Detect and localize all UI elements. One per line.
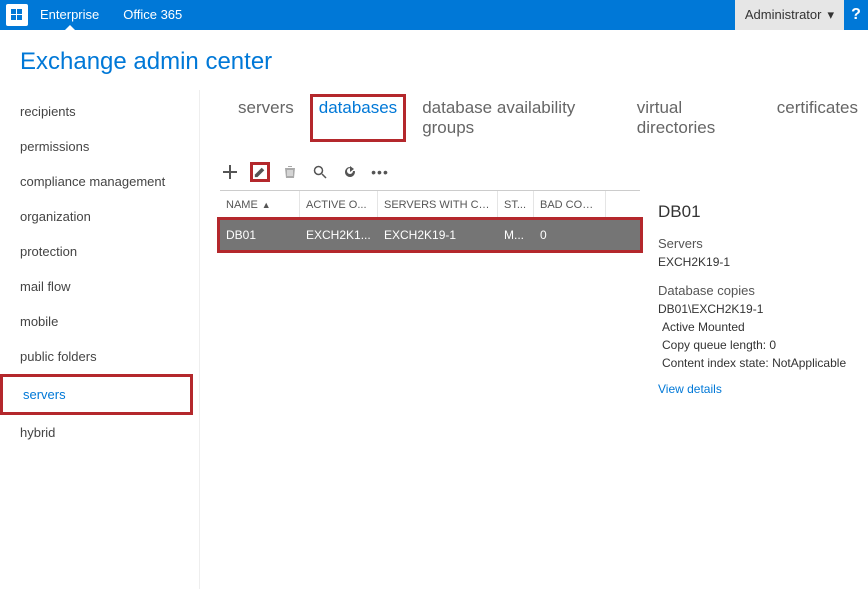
top-bar: Enterprise Office 365 Administrator ▾ ? — [0, 0, 868, 30]
admin-label: Administrator — [745, 0, 822, 30]
topbar-office365[interactable]: Office 365 — [111, 0, 194, 30]
toolbar: ••• — [220, 156, 858, 190]
cell-servers: EXCH2K19-1 — [378, 220, 498, 250]
sort-asc-icon: ▲ — [262, 200, 271, 210]
table-row[interactable]: DB01 EXCH2K1... EXCH2K19-1 M... 0 — [220, 220, 640, 250]
delete-button[interactable] — [280, 162, 300, 182]
search-button[interactable] — [310, 162, 330, 182]
details-copy-queue: Copy queue length: 0 — [662, 338, 854, 352]
details-copy-status: Active Mounted — [662, 320, 854, 334]
cell-active: EXCH2K1... — [300, 220, 378, 250]
sidebar: recipients permissions compliance manage… — [0, 90, 200, 589]
chevron-down-icon: ▾ — [827, 0, 834, 30]
help-icon[interactable]: ? — [844, 6, 868, 24]
page-title: Exchange admin center — [0, 30, 868, 90]
cell-status: M... — [498, 220, 534, 250]
view-details-link[interactable]: View details — [658, 382, 722, 396]
add-button[interactable] — [220, 162, 240, 182]
refresh-button[interactable] — [340, 162, 360, 182]
details-title: DB01 — [658, 202, 854, 222]
col-name[interactable]: NAME▲ — [220, 191, 300, 219]
tab-virtual-directories[interactable]: virtual directories — [637, 98, 755, 138]
tab-dag[interactable]: database availability groups — [422, 98, 615, 138]
col-servers[interactable]: SERVERS WITH CO... — [378, 191, 498, 219]
pencil-icon — [254, 165, 266, 179]
details-copies-label: Database copies — [658, 283, 854, 298]
grid-header: NAME▲ ACTIVE O... SERVERS WITH CO... ST.… — [220, 191, 640, 220]
search-icon — [313, 165, 327, 179]
sidebar-item-protection[interactable]: protection — [0, 234, 199, 269]
sidebar-item-hybrid[interactable]: hybrid — [0, 415, 199, 450]
sidebar-item-mailflow[interactable]: mail flow — [0, 269, 199, 304]
tab-databases[interactable]: databases — [310, 94, 406, 142]
col-status[interactable]: ST... — [498, 191, 534, 219]
databases-grid: NAME▲ ACTIVE O... SERVERS WITH CO... ST.… — [220, 190, 640, 589]
sidebar-item-mobile[interactable]: mobile — [0, 304, 199, 339]
details-servers-label: Servers — [658, 236, 854, 251]
col-active[interactable]: ACTIVE O... — [300, 191, 378, 219]
details-copy-index: Content index state: NotApplicable — [662, 356, 854, 370]
sidebar-item-organization[interactable]: organization — [0, 199, 199, 234]
main-content: servers databases database availability … — [200, 90, 868, 589]
sidebar-item-recipients[interactable]: recipients — [0, 94, 199, 129]
tab-certificates[interactable]: certificates — [777, 98, 858, 138]
details-pane: DB01 Servers EXCH2K19-1 Database copies … — [658, 190, 858, 589]
tab-servers[interactable]: servers — [238, 98, 294, 138]
edit-button[interactable] — [250, 162, 270, 182]
topbar-enterprise[interactable]: Enterprise — [28, 0, 111, 30]
more-button[interactable]: ••• — [370, 162, 390, 182]
plus-icon — [223, 165, 237, 179]
col-badcopy[interactable]: BAD COPY... — [534, 191, 606, 219]
refresh-icon — [343, 165, 357, 179]
tab-bar: servers databases database availability … — [220, 90, 858, 156]
sidebar-item-compliance[interactable]: compliance management — [0, 164, 199, 199]
sidebar-item-permissions[interactable]: permissions — [0, 129, 199, 164]
ellipsis-icon: ••• — [371, 164, 389, 180]
sidebar-item-publicfolders[interactable]: public folders — [0, 339, 199, 374]
admin-menu[interactable]: Administrator ▾ — [735, 0, 844, 30]
details-copy-path: DB01\EXCH2K19-1 — [658, 302, 854, 316]
trash-icon — [283, 165, 297, 179]
cell-name: DB01 — [220, 220, 300, 250]
sidebar-item-servers[interactable]: servers — [0, 374, 193, 415]
details-servers-value: EXCH2K19-1 — [658, 255, 854, 269]
cell-bad: 0 — [534, 220, 606, 250]
office-logo-icon — [6, 4, 28, 26]
